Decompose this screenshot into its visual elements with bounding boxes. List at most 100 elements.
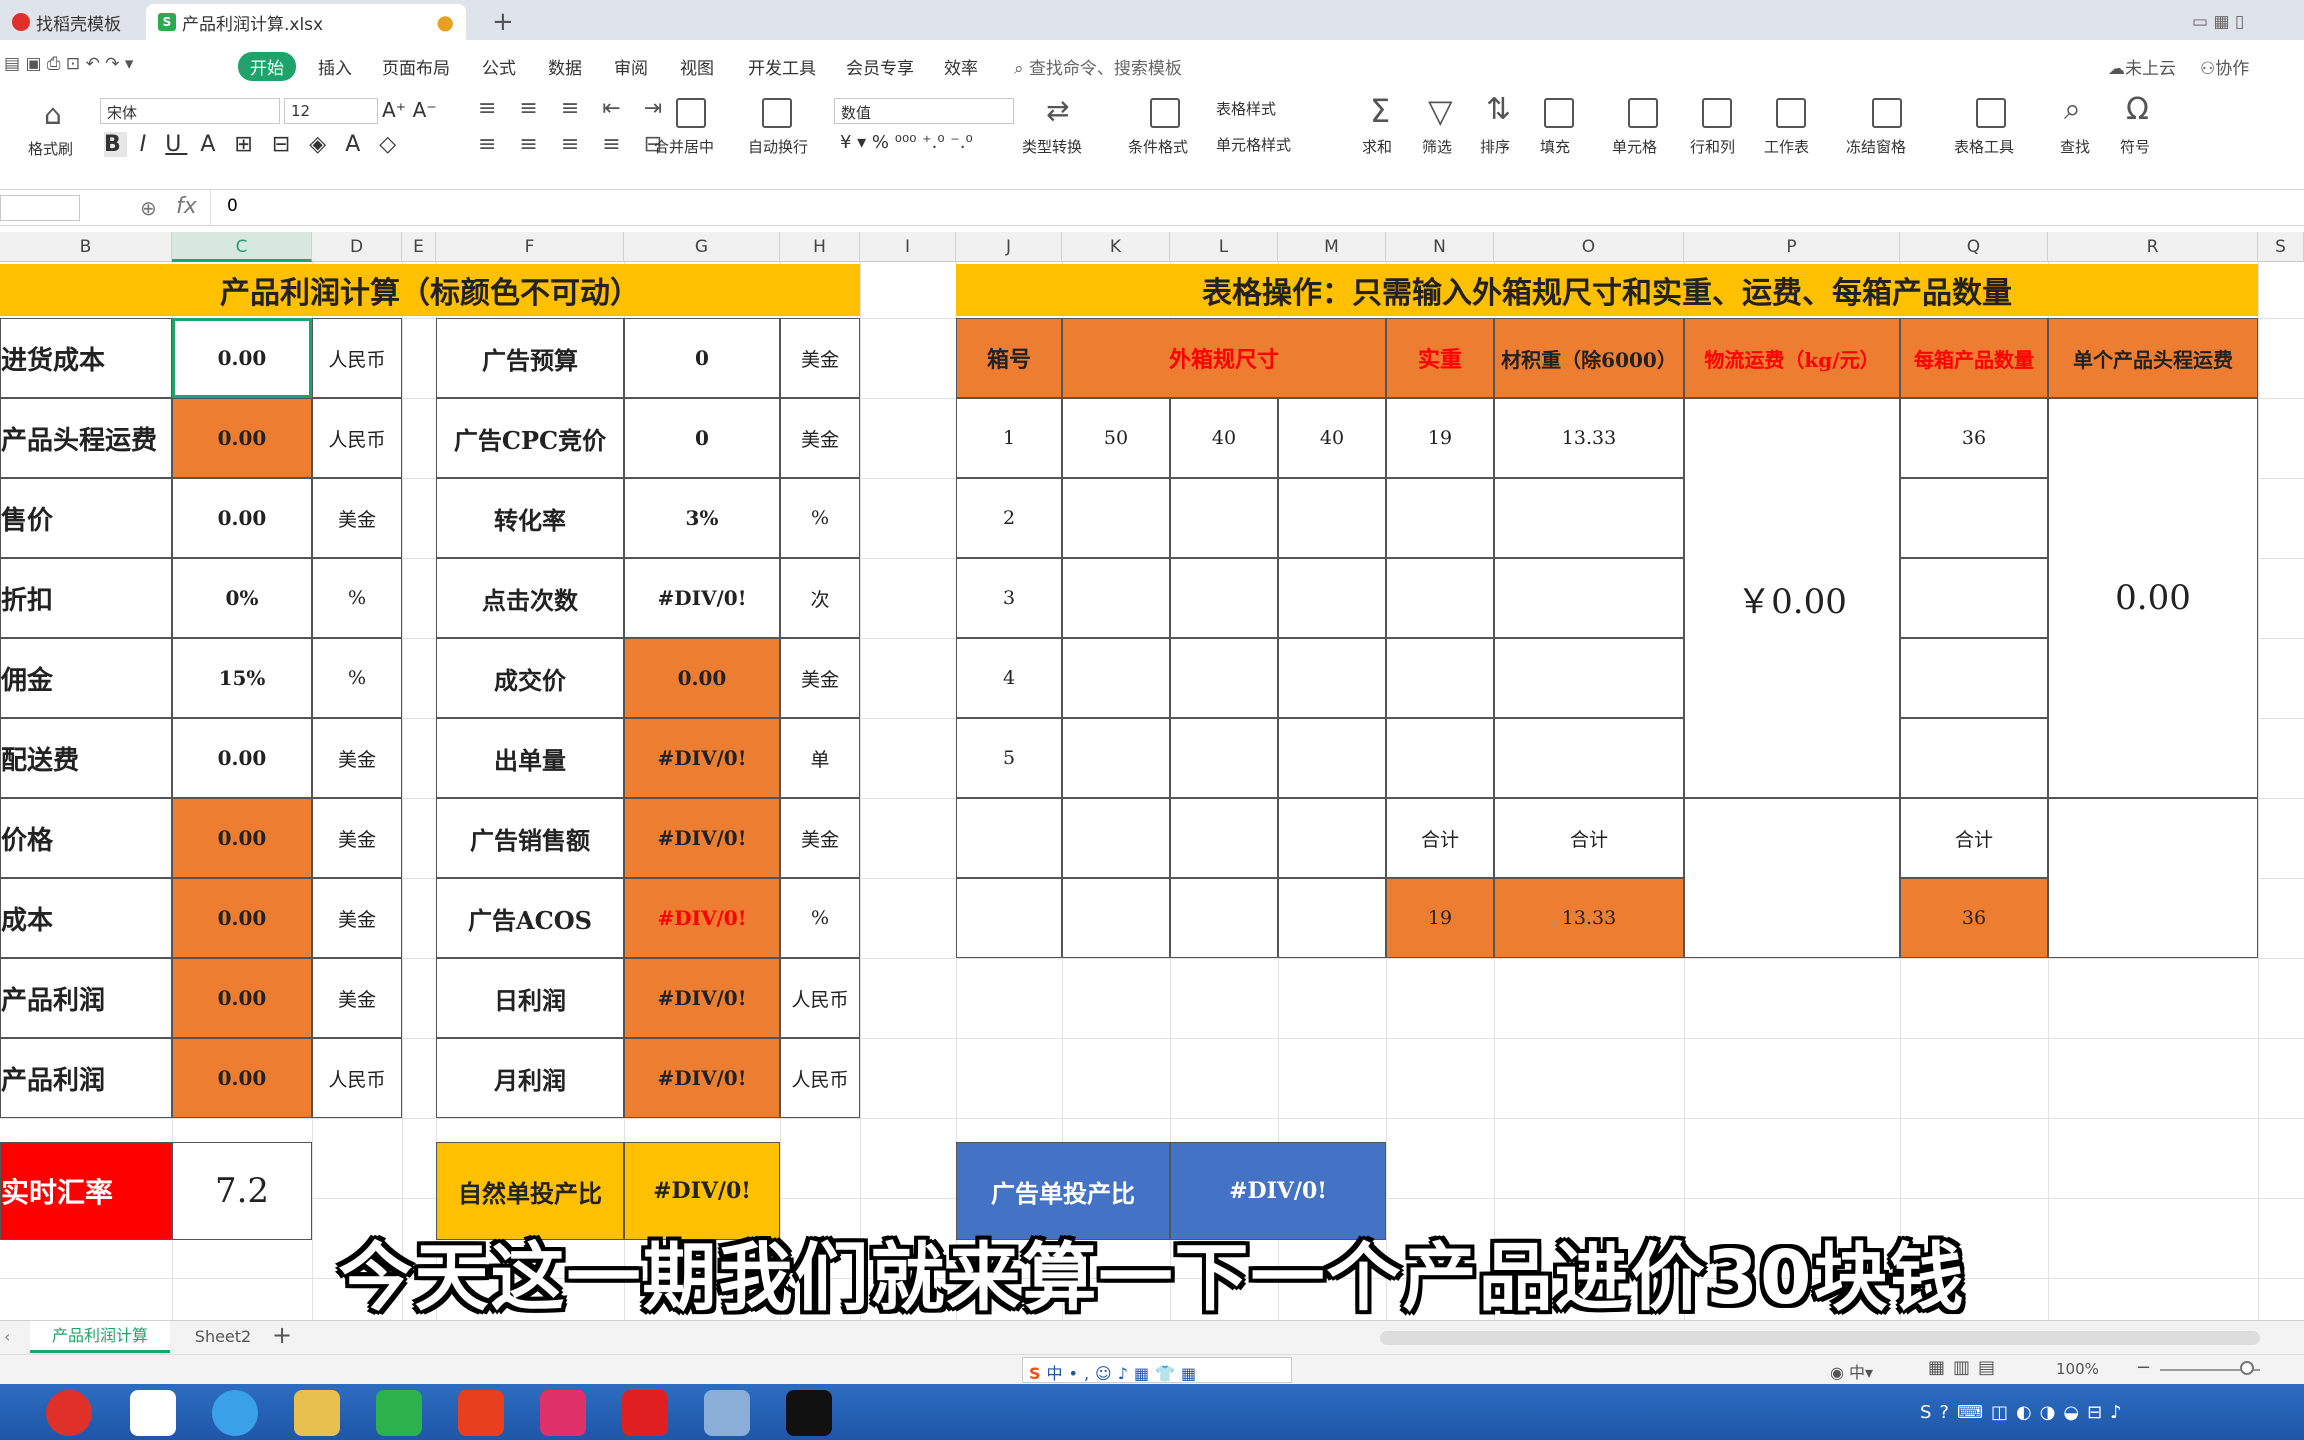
horizontal-scrollbar[interactable] [1380, 1331, 2260, 1345]
zoom-formula-icon[interactable]: ⊕ [140, 196, 157, 220]
sheet-nav-icon[interactable]: ‹ [4, 1327, 10, 1346]
sum-cell-j[interactable] [956, 798, 1062, 878]
app-icon-3[interactable] [622, 1390, 668, 1436]
wps-icon[interactable] [458, 1390, 504, 1436]
sum-button[interactable]: 求和 [1362, 136, 1392, 157]
box-volume-weight[interactable] [1494, 558, 1684, 638]
merge-center-button[interactable]: 合并居中 [654, 136, 714, 157]
col-header-s[interactable]: S [2258, 232, 2304, 262]
ad-value[interactable]: 0 [624, 398, 780, 478]
col-header-q[interactable]: Q [1900, 232, 2048, 262]
col-header-k[interactable]: K [1062, 232, 1170, 262]
spreadsheet-grid[interactable]: 产品利润计算（标颜色不可动） 表格操作：只需输入外箱规尺寸和实重、运费、每箱产品… [0, 262, 2304, 1322]
quick-access-icons[interactable]: ▤ ▣ ⎙ ⊡ ↶ ↷ ▾ [4, 54, 133, 74]
cell-button[interactable]: 单元格 [1612, 136, 1657, 157]
box-qty[interactable]: 36 [1900, 398, 2048, 478]
box-no[interactable]: 2 [956, 478, 1062, 558]
sheet-tab-sheet2[interactable]: Sheet2 [178, 1321, 268, 1353]
box-width[interactable] [1170, 478, 1278, 558]
box-weight[interactable]: 19 [1386, 398, 1494, 478]
browser-icon[interactable] [212, 1390, 258, 1436]
fx-icon[interactable]: fx [176, 194, 197, 219]
weibo-icon[interactable] [46, 1390, 92, 1436]
font-size-select[interactable]: 12 [284, 98, 378, 124]
col-header-g[interactable]: G [624, 232, 780, 262]
sort-button[interactable]: 排序 [1480, 136, 1510, 157]
col-header-b[interactable]: B [0, 232, 172, 262]
eye-protect-icon[interactable]: ◉ 中▾ [1830, 1359, 1873, 1383]
box-qty[interactable] [1900, 558, 2048, 638]
filter-button[interactable]: 筛选 [1422, 136, 1452, 157]
sort-icon[interactable]: ⇅ [1486, 92, 1511, 127]
box-length[interactable]: 50 [1062, 398, 1170, 478]
ad-value[interactable]: #DIV/0! [624, 718, 780, 798]
symbol-button[interactable]: 符号 [2120, 136, 2150, 157]
total-cell-m[interactable] [1278, 878, 1386, 958]
type-convert-icon[interactable]: ⇄ [1046, 94, 1069, 127]
col-header-e[interactable]: E [402, 232, 436, 262]
profit-value[interactable]: 0.00 [172, 478, 312, 558]
ad-value[interactable]: #DIV/0! [624, 958, 780, 1038]
wrap-text-button[interactable]: 自动换行 [748, 136, 808, 157]
col-header-c[interactable]: C [172, 232, 312, 262]
view-mode-icons[interactable]: ▦▥▤ [1928, 1357, 2003, 1378]
add-sheet-icon[interactable]: + [272, 1321, 292, 1349]
menu-data[interactable]: 数据 [548, 54, 582, 79]
ad-value[interactable]: 0 [624, 318, 780, 398]
box-weight[interactable] [1386, 718, 1494, 798]
menu-insert[interactable]: 插入 [318, 54, 352, 79]
font-style-icons[interactable]: B I U A ⊞ ⊟ ◈ A ◇ [104, 132, 402, 157]
total-weight[interactable]: 19 [1386, 878, 1494, 958]
freight-total-value[interactable]: ￥0.00 [1684, 398, 1900, 798]
box-volume-weight[interactable] [1494, 718, 1684, 798]
symbol-icon[interactable]: Ω [2126, 92, 2149, 127]
box-volume-weight[interactable] [1494, 638, 1684, 718]
fill-button[interactable]: 填充 [1540, 136, 1570, 157]
ime-toolbar[interactable]: S中•,☺♪▦👕▦ [1022, 1357, 1292, 1383]
box-no[interactable]: 1 [956, 398, 1062, 478]
col-header-l[interactable]: L [1170, 232, 1278, 262]
right-title[interactable]: 表格操作：只需输入外箱规尺寸和实重、运费、每箱产品数量 [956, 264, 2258, 316]
total-cell-j[interactable] [956, 878, 1062, 958]
menu-member[interactable]: 会员专享 [846, 54, 914, 79]
sum-cell-k[interactable] [1062, 798, 1170, 878]
folder-icon[interactable] [294, 1390, 340, 1436]
merge-icon[interactable] [676, 98, 706, 128]
col-header-o[interactable]: O [1494, 232, 1684, 262]
box-width[interactable] [1170, 638, 1278, 718]
align-icons[interactable]: ≡ ≡ ≡ ≡ ⊟ [478, 132, 670, 157]
app-icon-4[interactable] [704, 1390, 750, 1436]
window-layout-icon[interactable]: ▭ ▦ ▯ [2180, 4, 2256, 40]
ad-value[interactable]: #DIV/0! [624, 558, 780, 638]
cloud-status[interactable]: ☁未上云 [2108, 54, 2176, 79]
box-height[interactable] [1278, 558, 1386, 638]
align-top-icons[interactable]: ≡ ≡ ≡ ⇤ ⇥ [478, 96, 670, 121]
menu-page-layout[interactable]: 页面布局 [382, 54, 450, 79]
capcut-icon[interactable] [786, 1390, 832, 1436]
sheet-tab-profit[interactable]: 产品利润计算 [30, 1321, 170, 1353]
collaborate-button[interactable]: ⚇协作 [2200, 54, 2249, 79]
box-length[interactable] [1062, 638, 1170, 718]
profit-value[interactable]: 0.00 [172, 1038, 312, 1118]
menu-efficiency[interactable]: 效率 [944, 54, 978, 79]
app-icon-1[interactable] [130, 1390, 176, 1436]
box-width[interactable] [1170, 718, 1278, 798]
menu-formula[interactable]: 公式 [482, 54, 516, 79]
box-weight[interactable] [1386, 638, 1494, 718]
unit-freight-value[interactable]: 0.00 [2048, 398, 2258, 798]
name-box[interactable] [0, 195, 80, 221]
row-col-button[interactable]: 行和列 [1690, 136, 1735, 157]
box-weight[interactable] [1386, 558, 1494, 638]
font-family-select[interactable]: 宋体 [100, 98, 280, 124]
box-length[interactable] [1062, 558, 1170, 638]
number-format-select[interactable]: 数值 [834, 98, 1014, 124]
font-grow-icon[interactable]: A⁺ A⁻ [382, 98, 437, 122]
profit-value[interactable]: 0.00 [172, 398, 312, 478]
sheet-button[interactable]: 工作表 [1764, 136, 1809, 157]
box-height[interactable] [1278, 478, 1386, 558]
col-header-n[interactable]: N [1386, 232, 1494, 262]
wrap-icon[interactable] [762, 98, 792, 128]
zoom-out-icon[interactable]: − [2136, 1357, 2151, 1378]
table-tools-button[interactable]: 表格工具 [1954, 136, 2014, 157]
cell-icon[interactable] [1628, 98, 1658, 128]
